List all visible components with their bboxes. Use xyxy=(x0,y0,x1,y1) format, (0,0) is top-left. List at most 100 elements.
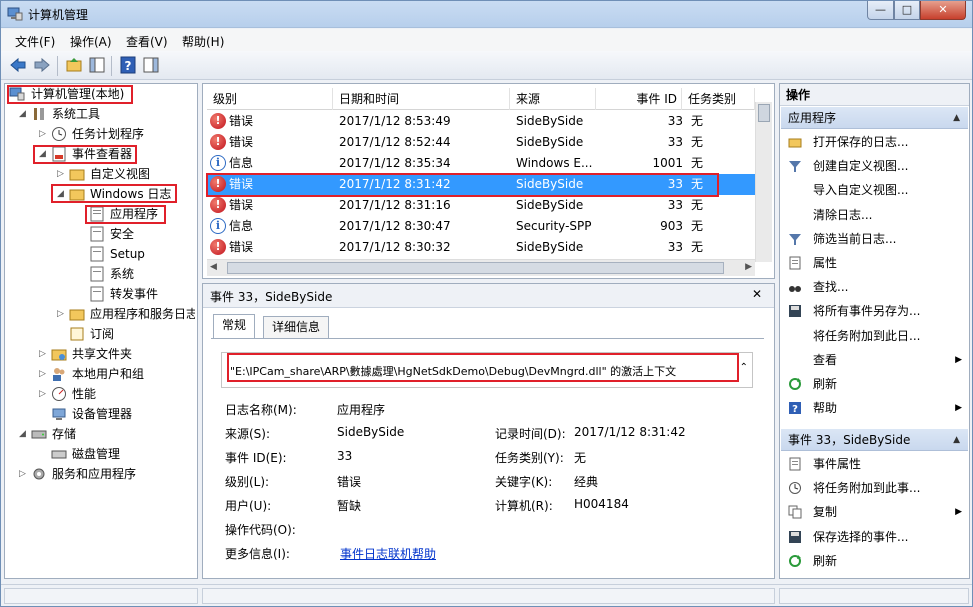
tree-item-custom-views[interactable]: ▷ 自定义视图 xyxy=(5,164,195,184)
minimize-button[interactable]: — xyxy=(867,1,894,20)
tree-item-performance[interactable]: ▷ 性能 xyxy=(5,384,195,404)
tree-item-local-users[interactable]: ▷ 本地用户和组 xyxy=(5,364,195,384)
action-item[interactable]: 清除日志... xyxy=(781,204,968,227)
actions-section-application[interactable]: 应用程序 ▲ xyxy=(781,107,968,129)
scroll-thumb[interactable] xyxy=(758,104,770,122)
event-row[interactable]: ! 错误 2017/1/12 8:30:32 SideBySide 33 无 xyxy=(207,237,755,258)
event-list-pane: 级别 日期和时间 来源 事件 ID 任务类别 ! 错误 2017/1/12 8:53… xyxy=(202,83,775,279)
computer-label: 计算机(R): xyxy=(495,499,553,513)
action-item[interactable]: 查找... xyxy=(781,276,968,299)
action-item[interactable]: 属性 xyxy=(781,252,968,275)
tree-item-disk-management[interactable]: 磁盘管理 xyxy=(5,444,195,464)
action-item[interactable]: 将所有事件另存为... xyxy=(781,300,968,323)
tab-details[interactable]: 详细信息 xyxy=(263,316,330,338)
tree-label: 应用程序和服务日志 xyxy=(90,307,195,321)
collapse-triangle-icon[interactable]: ◢ xyxy=(19,424,28,444)
event-row[interactable]: ! 错误 2017/1/12 8:53:49 SideBySide 33 无 xyxy=(207,111,755,132)
event-id: 33 xyxy=(667,135,683,149)
refresh-icon xyxy=(789,378,801,390)
page-icon xyxy=(789,256,801,270)
close-button[interactable]: ✕ xyxy=(920,1,966,20)
more-info-link[interactable]: 事件日志联机帮助 xyxy=(340,545,436,562)
expand-triangle-icon[interactable]: ▷ xyxy=(57,164,66,184)
expand-triangle-icon[interactable]: ▷ xyxy=(39,124,48,144)
expand-triangle-icon[interactable]: ▷ xyxy=(39,384,48,404)
tree-item-services-apps[interactable]: ▷ 服务和应用程序 xyxy=(5,464,195,484)
action-item[interactable]: ? 帮助 ▶ xyxy=(781,397,968,420)
scroll-left-icon[interactable]: ◀ xyxy=(210,262,217,272)
scroll-up-icon[interactable]: ⌃ xyxy=(740,362,748,373)
menu-file[interactable]: 文件(F) xyxy=(15,33,55,50)
show-hide-tree-icon[interactable] xyxy=(88,56,106,74)
tree-item-shared-folders[interactable]: ▷ 共享文件夹 xyxy=(5,344,195,364)
tree-label: 服务和应用程序 xyxy=(52,467,137,481)
tree-item-device-manager[interactable]: 设备管理器 xyxy=(5,404,195,424)
subscription-icon xyxy=(70,327,84,341)
menu-view[interactable]: 查看(V) xyxy=(126,33,168,50)
action-item[interactable]: 刷新 xyxy=(781,550,968,573)
action-item[interactable]: 将任务附加到此日... xyxy=(781,325,968,348)
event-task-category: 无 xyxy=(691,114,704,128)
tree-label: 系统工具 xyxy=(52,107,101,121)
tree-item-app-service-logs[interactable]: ▷ 应用程序和服务日志 xyxy=(5,304,195,324)
expand-triangle-icon[interactable]: ▷ xyxy=(39,364,48,384)
menu-help[interactable]: 帮助(H) xyxy=(182,33,224,50)
services-icon xyxy=(33,468,45,480)
show-hide-action-pane-icon[interactable] xyxy=(142,56,160,74)
action-item[interactable]: 打开保存的日志... xyxy=(781,131,968,154)
action-item[interactable]: 将任务附加到此事... xyxy=(781,477,968,500)
event-row[interactable]: i 信息 2017/1/12 8:35:34 Windows E... 1001 无 xyxy=(207,153,755,174)
action-item[interactable]: 导入自定义视图... xyxy=(781,179,968,202)
event-source: SideBySide xyxy=(516,135,584,149)
collapse-triangle-icon[interactable]: ◢ xyxy=(19,104,28,124)
action-item[interactable]: 保存选择的事件... xyxy=(781,526,968,549)
forward-arrow-icon[interactable] xyxy=(33,56,51,74)
action-item[interactable]: 查看 ▶ xyxy=(781,349,968,372)
error-icon: ! xyxy=(210,197,226,213)
toolbar-separator xyxy=(111,56,112,76)
tree-item-system-tools[interactable]: ◢ 系统工具 xyxy=(5,104,195,124)
collapse-caret-icon[interactable]: ▲ xyxy=(953,429,960,451)
tree-label: 订阅 xyxy=(90,327,115,341)
scroll-thumb[interactable] xyxy=(227,262,724,274)
event-row[interactable]: ! 错误 2017/1/12 8:31:16 SideBySide 33 无 xyxy=(207,195,755,216)
vertical-scrollbar[interactable] xyxy=(755,102,772,262)
expand-triangle-icon[interactable]: ▷ xyxy=(19,464,28,484)
action-item[interactable]: 事件属性 xyxy=(781,453,968,476)
close-detail-icon[interactable]: ✕ xyxy=(752,287,762,301)
column-event-id[interactable]: 事件 ID xyxy=(596,88,682,110)
menu-action[interactable]: 操作(A) xyxy=(70,33,112,50)
action-item[interactable]: 复制 ▶ xyxy=(781,501,968,524)
horizontal-scrollbar[interactable]: ◀ ▶ xyxy=(207,259,755,276)
tab-general[interactable]: 常规 xyxy=(213,314,256,339)
tree-item-forwarded-events[interactable]: 转发事件 xyxy=(5,284,195,304)
actions-section-event[interactable]: 事件 33，SideBySide ▲ xyxy=(781,429,968,451)
event-datetime: 2017/1/12 8:30:47 xyxy=(339,219,451,233)
save-disk-icon xyxy=(789,530,801,543)
scroll-right-icon[interactable]: ▶ xyxy=(745,262,752,272)
action-item[interactable]: 创建自定义视图... xyxy=(781,155,968,178)
collapse-caret-icon[interactable]: ▲ xyxy=(953,107,960,129)
tree-item-system-log[interactable]: 系统 xyxy=(5,264,195,284)
event-row[interactable]: ! 错误 2017/1/12 8:52:44 SideBySide 33 无 xyxy=(207,132,755,153)
column-datetime[interactable]: 日期和时间 xyxy=(333,88,510,110)
up-folder-icon[interactable] xyxy=(65,56,83,74)
event-detail-pane: 事件 33，SideBySide ✕ 常规 详细信息 "E:\IPCam_sha… xyxy=(202,283,775,579)
tree-item-task-scheduler[interactable]: ▷ 任务计划程序 xyxy=(5,124,195,144)
back-arrow-icon[interactable] xyxy=(9,56,27,74)
tree-item-storage[interactable]: ◢ 存储 xyxy=(5,424,195,444)
column-task-category[interactable]: 任务类别 xyxy=(682,88,755,110)
maximize-button[interactable]: □ xyxy=(894,1,920,20)
event-source: SideBySide xyxy=(516,240,584,254)
column-level[interactable]: 级别 xyxy=(207,88,333,110)
expand-triangle-icon[interactable]: ▷ xyxy=(57,304,66,324)
event-row[interactable]: i 信息 2017/1/12 8:30:47 Security-SPP 903 无 xyxy=(207,216,755,237)
action-item[interactable]: 刷新 xyxy=(781,373,968,396)
action-item[interactable]: 筛选当前日志... xyxy=(781,228,968,251)
column-source[interactable]: 来源 xyxy=(510,88,596,110)
tree-item-subscriptions[interactable]: 订阅 xyxy=(5,324,195,344)
help-icon[interactable]: ? xyxy=(119,56,137,74)
tree-item-security-log[interactable]: 安全 xyxy=(5,224,195,244)
tree-item-setup-log[interactable]: Setup xyxy=(5,244,195,264)
expand-triangle-icon[interactable]: ▷ xyxy=(39,344,48,364)
